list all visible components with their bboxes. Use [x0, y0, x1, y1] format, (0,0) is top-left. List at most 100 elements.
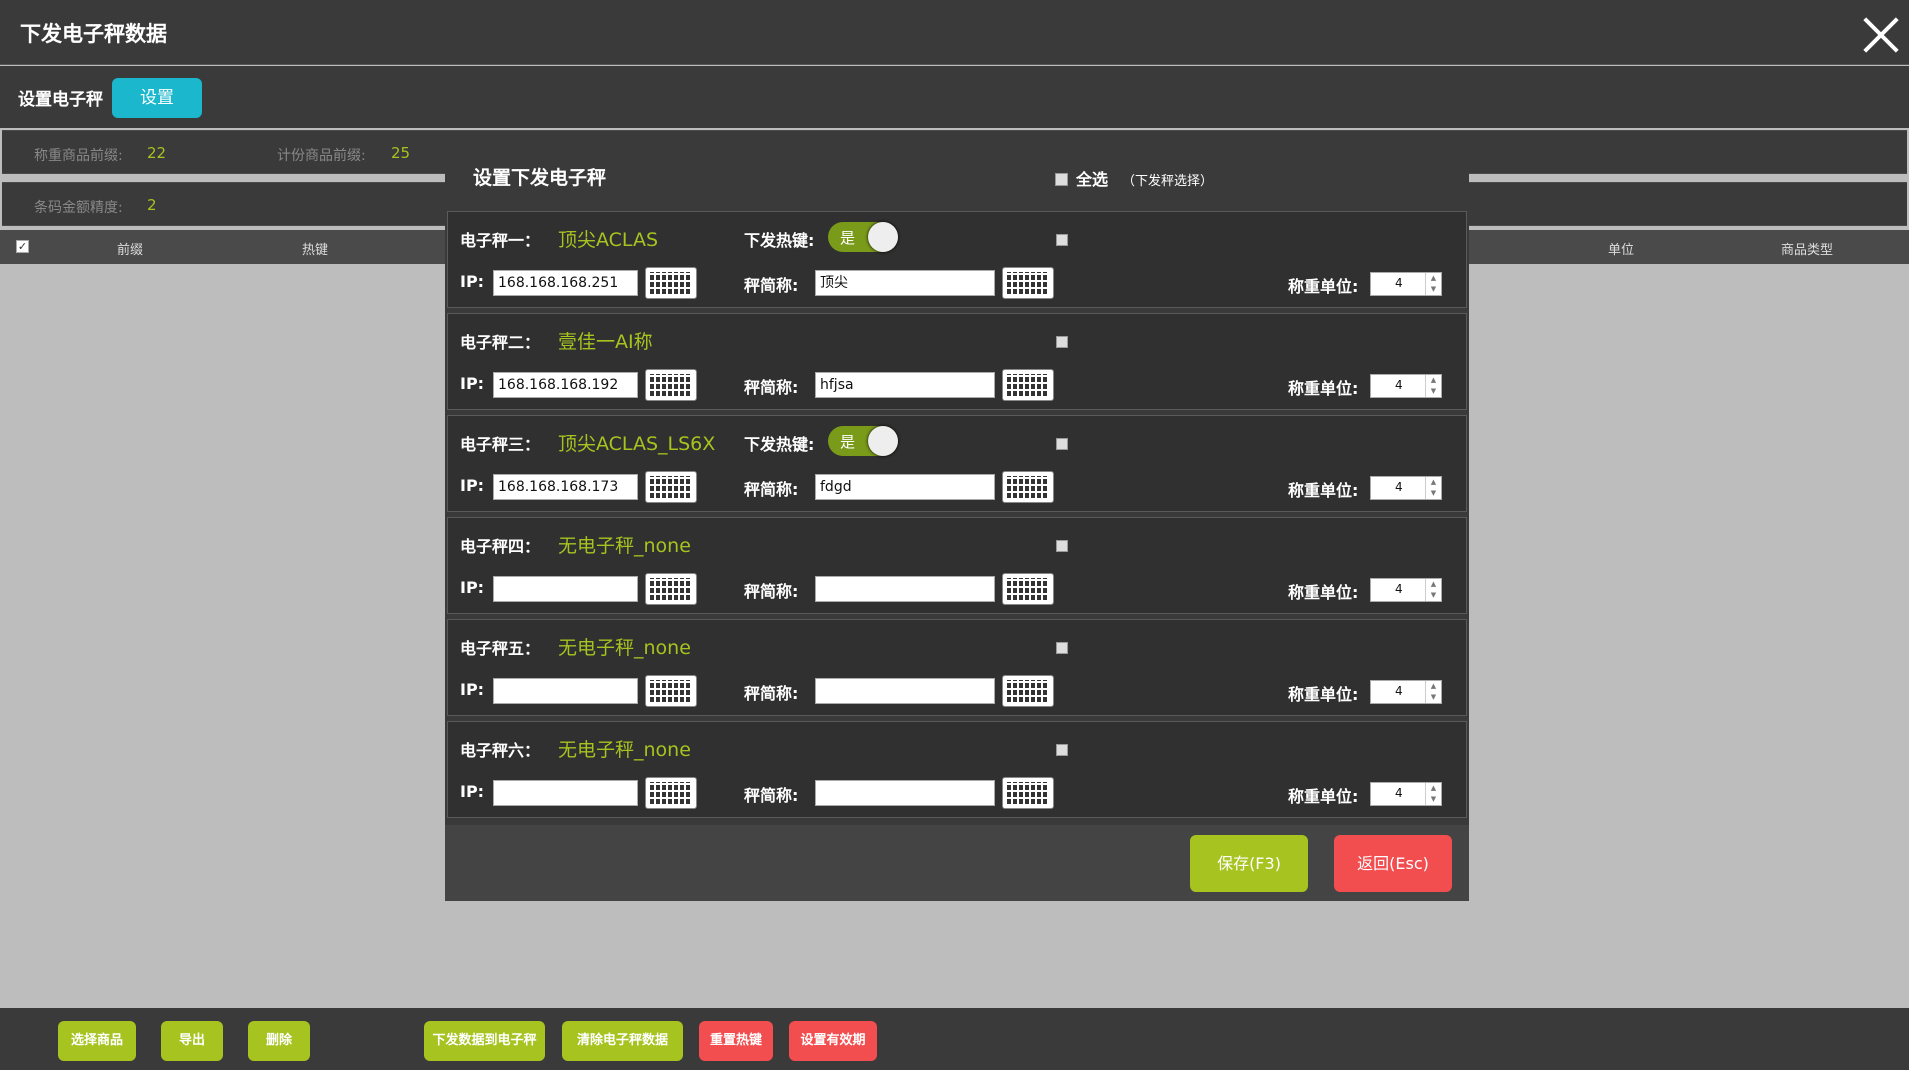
ip-input[interactable] — [493, 576, 638, 602]
ip-label: IP: — [460, 578, 485, 597]
short-name-input[interactable] — [815, 678, 995, 704]
count-prefix-value: 25 — [391, 144, 411, 162]
dialog-footer: 保存(F3) 返回(Esc) — [445, 825, 1469, 901]
scale-model[interactable]: 顶尖ACLAS_LS6X — [558, 429, 715, 456]
stepper-arrows-icon[interactable]: ▲ ▼ — [1425, 477, 1441, 499]
set-validity-button[interactable]: 设置有效期 — [789, 1021, 877, 1061]
stepper-arrows-icon[interactable]: ▲ ▼ — [1425, 579, 1441, 601]
select-all-rows-checkbox[interactable]: ✓ — [16, 240, 29, 253]
short-name-label: 秤简称: — [744, 480, 799, 499]
close-icon[interactable] — [1857, 10, 1907, 60]
unit-stepper[interactable]: 4 ▲ ▼ — [1370, 782, 1442, 806]
scale-name: 电子秤五： — [460, 639, 541, 658]
hotkey-toggle[interactable]: 是 — [828, 222, 898, 252]
scale-model[interactable]: 顶尖ACLAS — [558, 225, 658, 252]
back-button[interactable]: 返回(Esc) — [1334, 835, 1452, 892]
stepper-arrows-icon[interactable]: ▲ ▼ — [1425, 783, 1441, 805]
unit-value: 4 — [1395, 786, 1403, 800]
unit-stepper[interactable]: 4 ▲ ▼ — [1370, 272, 1442, 296]
col-type: 商品类型 — [1781, 243, 1834, 258]
bottom-toolbar: 选择商品 导出 删除 下发数据到电子秤 清除电子秤数据 重置热键 设置有效期 — [0, 1008, 1909, 1070]
keyboard-icon[interactable] — [1002, 573, 1054, 605]
hotkey-toggle[interactable]: 是 — [828, 426, 898, 456]
scale-select-checkbox[interactable] — [1056, 234, 1068, 246]
count-prefix-label: 计份商品前缀: — [277, 148, 366, 164]
scale-select-checkbox[interactable] — [1056, 744, 1068, 756]
scale-model[interactable]: 无电子秤_none — [558, 531, 691, 558]
short-name-input[interactable]: fdgd — [815, 474, 995, 500]
scale-model[interactable]: 无电子秤_none — [558, 735, 691, 762]
scale-select-checkbox[interactable] — [1056, 540, 1068, 552]
stepper-arrows-icon[interactable]: ▲ ▼ — [1425, 273, 1441, 295]
col-hotkey: 热键 — [302, 243, 329, 258]
keyboard-icon[interactable] — [645, 471, 697, 503]
short-name-input[interactable]: 顶尖 — [815, 270, 995, 296]
unit-label: 称重单位: — [1288, 481, 1359, 500]
scale-setting-row: 设置电子秤 设置 — [0, 66, 1909, 128]
ip-input[interactable]: 168.168.168.251 — [493, 270, 638, 296]
short-name-label: 秤简称: — [744, 276, 799, 295]
export-button[interactable]: 导出 — [161, 1021, 223, 1061]
scale-name: 电子秤四： — [460, 537, 541, 556]
weigh-prefix-label: 称重商品前缀: — [34, 148, 123, 164]
toggle-knob — [868, 426, 898, 456]
keyboard-icon[interactable] — [1002, 267, 1054, 299]
col-prefix: 前缀 — [117, 243, 144, 258]
keyboard-icon[interactable] — [645, 675, 697, 707]
scale-row: 电子秤四： 无电子秤_none IP: 秤简称: 称重单位: 4 ▲ ▼ — [447, 517, 1467, 614]
scale-select-checkbox[interactable] — [1056, 438, 1068, 450]
short-name-label: 秤简称: — [744, 684, 799, 703]
keyboard-icon[interactable] — [1002, 471, 1054, 503]
ip-input[interactable] — [493, 678, 638, 704]
short-name-label: 秤简称: — [744, 582, 799, 601]
keyboard-icon[interactable] — [645, 573, 697, 605]
save-button[interactable]: 保存(F3) — [1190, 835, 1308, 892]
keyboard-icon[interactable] — [1002, 777, 1054, 809]
scale-row: 电子秤五： 无电子秤_none IP: 秤简称: 称重单位: 4 ▲ ▼ — [447, 619, 1467, 716]
delete-button[interactable]: 删除 — [248, 1021, 310, 1061]
scale-model[interactable]: 无电子秤_none — [558, 633, 691, 660]
scale-model[interactable]: 壹佳一AI称 — [558, 327, 653, 354]
ip-label: IP: — [460, 782, 485, 801]
ip-input[interactable]: 168.168.168.192 — [493, 372, 638, 398]
unit-value: 4 — [1395, 276, 1403, 290]
short-name-input[interactable] — [815, 780, 995, 806]
scale-row: 电子秤六： 无电子秤_none IP: 秤简称: 称重单位: 4 ▲ ▼ — [447, 721, 1467, 818]
select-all[interactable]: 全选 （下发秤选择） — [1055, 166, 1213, 190]
stepper-arrows-icon[interactable]: ▲ ▼ — [1425, 681, 1441, 703]
clear-scale-button[interactable]: 清除电子秤数据 — [562, 1021, 683, 1061]
scale-select-checkbox[interactable] — [1056, 336, 1068, 348]
keyboard-icon[interactable] — [645, 777, 697, 809]
short-name-input[interactable]: hfjsa — [815, 372, 995, 398]
toggle-knob — [868, 222, 898, 252]
unit-label: 称重单位: — [1288, 787, 1359, 806]
ip-label: IP: — [460, 374, 485, 393]
scale-row: 电子秤一： 顶尖ACLAS 下发热键: 是 IP: 168.168.168.251 秤简称:… — [447, 211, 1467, 308]
select-goods-button[interactable]: 选择商品 — [58, 1021, 136, 1061]
ip-input[interactable] — [493, 780, 638, 806]
keyboard-icon[interactable] — [645, 369, 697, 401]
short-name-input[interactable] — [815, 576, 995, 602]
dialog-title: 设置下发电子秤 — [473, 167, 607, 189]
setting-button[interactable]: 设置 — [112, 78, 202, 118]
select-all-checkbox[interactable] — [1055, 173, 1068, 186]
unit-stepper[interactable]: 4 ▲ ▼ — [1370, 374, 1442, 398]
reset-hotkey-button[interactable]: 重置热键 — [699, 1021, 773, 1061]
precision-label: 条码金额精度: — [34, 200, 123, 216]
scale-name: 电子秤三： — [460, 435, 541, 454]
scale-select-checkbox[interactable] — [1056, 642, 1068, 654]
unit-stepper[interactable]: 4 ▲ ▼ — [1370, 680, 1442, 704]
scale-row: 电子秤二： 壹佳一AI称 IP: 168.168.168.192 秤简称: hfjsa 称重… — [447, 313, 1467, 410]
keyboard-icon[interactable] — [1002, 675, 1054, 707]
scale-name: 电子秤一： — [460, 231, 541, 250]
keyboard-icon[interactable] — [1002, 369, 1054, 401]
stepper-arrows-icon[interactable]: ▲ ▼ — [1425, 375, 1441, 397]
unit-label: 称重单位: — [1288, 379, 1359, 398]
send-to-scale-button[interactable]: 下发数据到电子秤 — [424, 1021, 545, 1061]
ip-input[interactable]: 168.168.168.173 — [493, 474, 638, 500]
unit-stepper[interactable]: 4 ▲ ▼ — [1370, 578, 1442, 602]
unit-label: 称重单位: — [1288, 685, 1359, 704]
unit-label: 称重单位: — [1288, 277, 1359, 296]
unit-stepper[interactable]: 4 ▲ ▼ — [1370, 476, 1442, 500]
keyboard-icon[interactable] — [645, 267, 697, 299]
